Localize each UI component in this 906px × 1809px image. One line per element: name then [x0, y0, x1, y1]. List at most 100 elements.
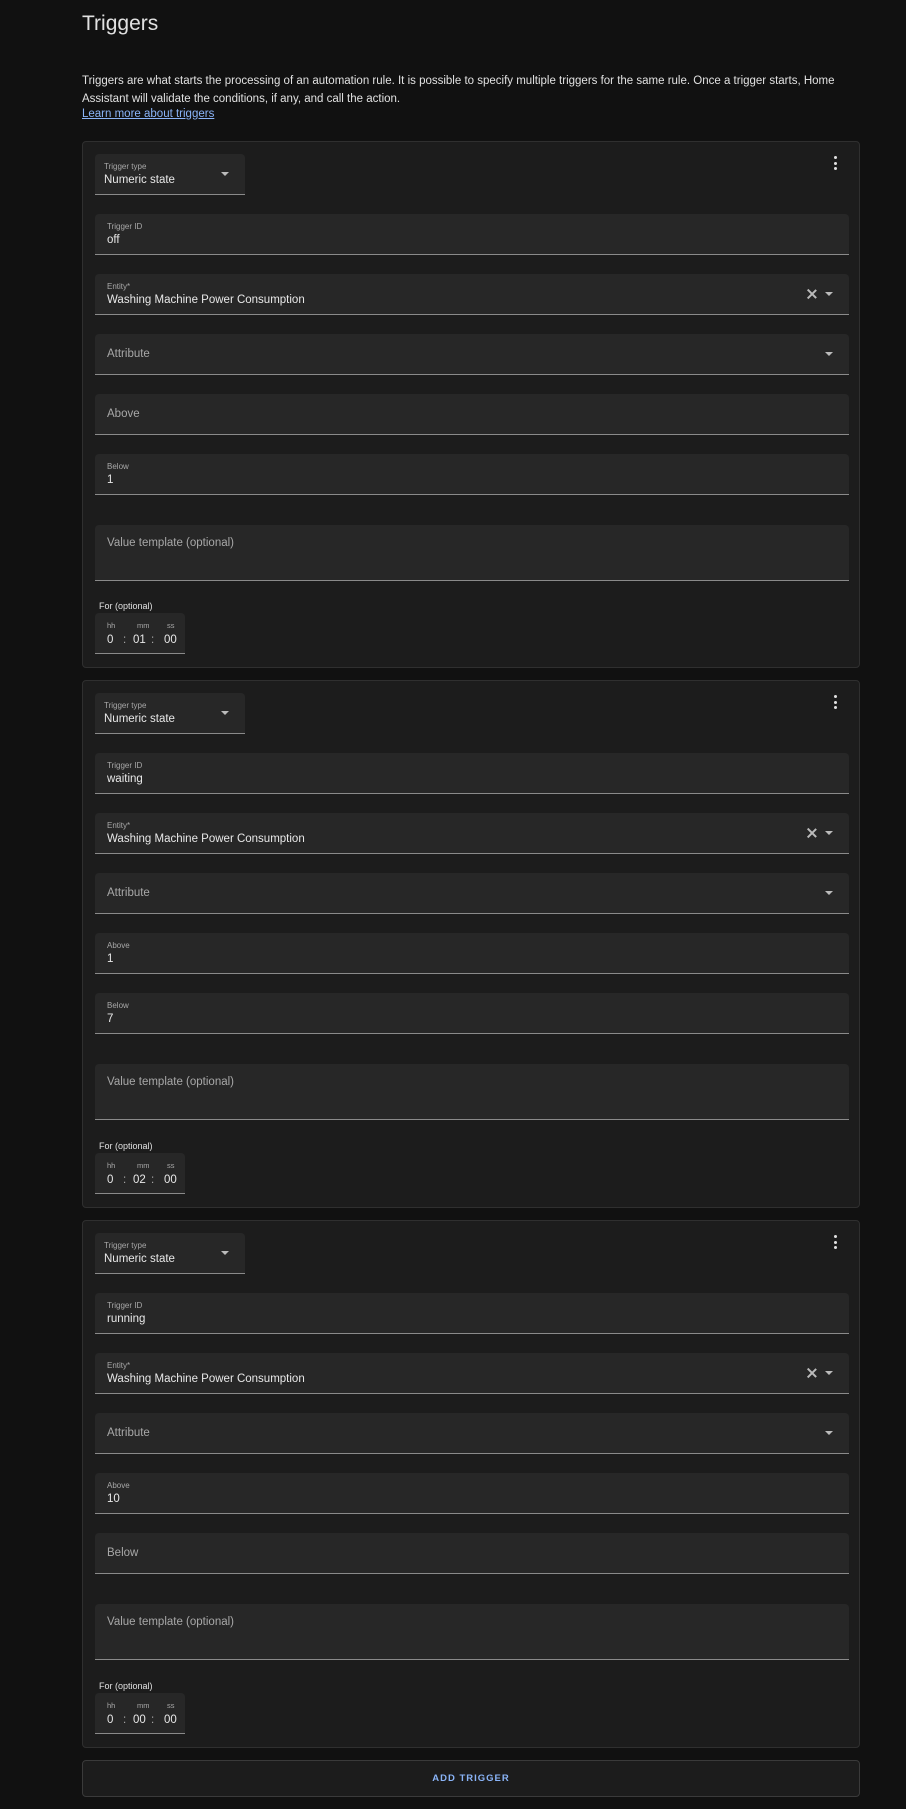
trigger-id-field[interactable]: Trigger ID off [95, 214, 849, 255]
attribute-label: Attribute [107, 1427, 150, 1439]
above-field[interactable]: Above 1 [95, 933, 849, 974]
entity-value: Washing Machine Power Consumption [107, 1373, 305, 1385]
entity-value: Washing Machine Power Consumption [107, 833, 305, 845]
duration-input: hh mm ss 0 : 02 : 00 [95, 1153, 185, 1194]
hh-label: hh [107, 621, 116, 630]
attribute-select[interactable]: Attribute [95, 1413, 849, 1454]
clear-icon[interactable] [805, 1366, 819, 1380]
seconds-input[interactable]: 00 [164, 634, 177, 646]
more-vert-icon[interactable] [829, 1233, 841, 1251]
duration-input: hh mm ss 0 : 00 : 00 [95, 1693, 185, 1734]
value-template-label: Value template (optional) [107, 1076, 234, 1088]
ss-label: ss [167, 1701, 175, 1710]
time-separator: : [123, 634, 127, 646]
more-vert-icon[interactable] [829, 693, 841, 711]
hours-input[interactable]: 0 [107, 634, 113, 646]
time-separator: : [151, 634, 155, 646]
above-value: 1 [107, 953, 114, 965]
below-field[interactable]: Below 1 [95, 454, 849, 495]
time-separator: : [123, 1714, 127, 1726]
below-label: Below [107, 1547, 139, 1559]
entity-label: Entity* [107, 1361, 131, 1370]
hours-input[interactable]: 0 [107, 1714, 113, 1726]
entity-picker[interactable]: Entity* Washing Machine Power Consumptio… [95, 274, 849, 315]
trigger-card-2: Trigger type Numeric state Trigger ID wa… [82, 680, 860, 1208]
trigger-id-value: waiting [107, 773, 143, 785]
chevron-down-icon[interactable] [221, 711, 229, 715]
for-label: For (optional) [99, 1141, 153, 1151]
clear-icon[interactable] [805, 826, 819, 840]
mm-label: mm [137, 1701, 150, 1710]
mm-label: mm [137, 1161, 150, 1170]
hh-label: hh [107, 1161, 116, 1170]
value-template-label: Value template (optional) [107, 537, 234, 549]
chevron-down-icon[interactable] [825, 1431, 833, 1435]
time-separator: : [151, 1174, 155, 1186]
above-value: 10 [107, 1493, 120, 1505]
trigger-id-value: running [107, 1313, 146, 1325]
trigger-id-label: Trigger ID [107, 222, 143, 231]
trigger-type-select[interactable]: Trigger type Numeric state [95, 693, 245, 734]
above-label: Above [107, 1481, 130, 1490]
clear-icon[interactable] [805, 287, 819, 301]
seconds-input[interactable]: 00 [164, 1714, 177, 1726]
learn-more-link[interactable]: Learn more about triggers [82, 108, 214, 120]
chevron-down-icon[interactable] [825, 292, 833, 296]
chevron-down-icon[interactable] [825, 352, 833, 356]
trigger-card-3: Trigger type Numeric state Trigger ID ru… [82, 1220, 860, 1748]
chevron-down-icon[interactable] [825, 1371, 833, 1375]
seconds-input[interactable]: 00 [164, 1174, 177, 1186]
trigger-id-value: off [107, 234, 120, 246]
chevron-down-icon[interactable] [825, 891, 833, 895]
trigger-type-label: Trigger type [104, 701, 147, 710]
entity-picker[interactable]: Entity* Washing Machine Power Consumptio… [95, 1353, 849, 1394]
minutes-input[interactable]: 00 [133, 1714, 146, 1726]
chevron-down-icon[interactable] [221, 1251, 229, 1255]
minutes-input[interactable]: 02 [133, 1174, 146, 1186]
more-vert-icon[interactable] [829, 154, 841, 172]
section-title: Triggers [82, 12, 159, 35]
above-label: Above [107, 941, 130, 950]
attribute-select[interactable]: Attribute [95, 873, 849, 914]
above-field[interactable]: Above [95, 394, 849, 435]
below-label: Below [107, 462, 129, 471]
trigger-type-select[interactable]: Trigger type Numeric state [95, 154, 245, 195]
value-template-label: Value template (optional) [107, 1616, 234, 1628]
mm-label: mm [137, 621, 150, 630]
below-value: 7 [107, 1013, 114, 1025]
below-field[interactable]: Below [95, 1533, 849, 1574]
ss-label: ss [167, 1161, 175, 1170]
trigger-type-label: Trigger type [104, 1241, 147, 1250]
trigger-type-value: Numeric state [104, 1253, 175, 1265]
entity-value: Washing Machine Power Consumption [107, 294, 305, 306]
duration-input: hh mm ss 0 : 01 : 00 [95, 613, 185, 654]
minutes-input[interactable]: 01 [133, 634, 146, 646]
trigger-type-value: Numeric state [104, 174, 175, 186]
attribute-label: Attribute [107, 887, 150, 899]
below-field[interactable]: Below 7 [95, 993, 849, 1034]
above-field[interactable]: Above 10 [95, 1473, 849, 1514]
attribute-label: Attribute [107, 348, 150, 360]
value-template-field[interactable]: Value template (optional) [95, 525, 849, 581]
trigger-id-field[interactable]: Trigger ID waiting [95, 753, 849, 794]
trigger-id-field[interactable]: Trigger ID running [95, 1293, 849, 1334]
trigger-type-label: Trigger type [104, 162, 147, 171]
add-trigger-button[interactable]: ADD TRIGGER [82, 1760, 860, 1797]
value-template-field[interactable]: Value template (optional) [95, 1604, 849, 1660]
for-label: For (optional) [99, 601, 153, 611]
entity-picker[interactable]: Entity* Washing Machine Power Consumptio… [95, 813, 849, 854]
trigger-type-select[interactable]: Trigger type Numeric state [95, 1233, 245, 1274]
entity-label: Entity* [107, 821, 131, 830]
hours-input[interactable]: 0 [107, 1174, 113, 1186]
chevron-down-icon[interactable] [825, 831, 833, 835]
time-separator: : [123, 1174, 127, 1186]
value-template-field[interactable]: Value template (optional) [95, 1064, 849, 1120]
trigger-id-label: Trigger ID [107, 1301, 143, 1310]
trigger-type-value: Numeric state [104, 713, 175, 725]
trigger-id-label: Trigger ID [107, 761, 143, 770]
chevron-down-icon[interactable] [221, 172, 229, 176]
time-separator: : [151, 1714, 155, 1726]
entity-label: Entity* [107, 282, 131, 291]
attribute-select[interactable]: Attribute [95, 334, 849, 375]
ss-label: ss [167, 621, 175, 630]
